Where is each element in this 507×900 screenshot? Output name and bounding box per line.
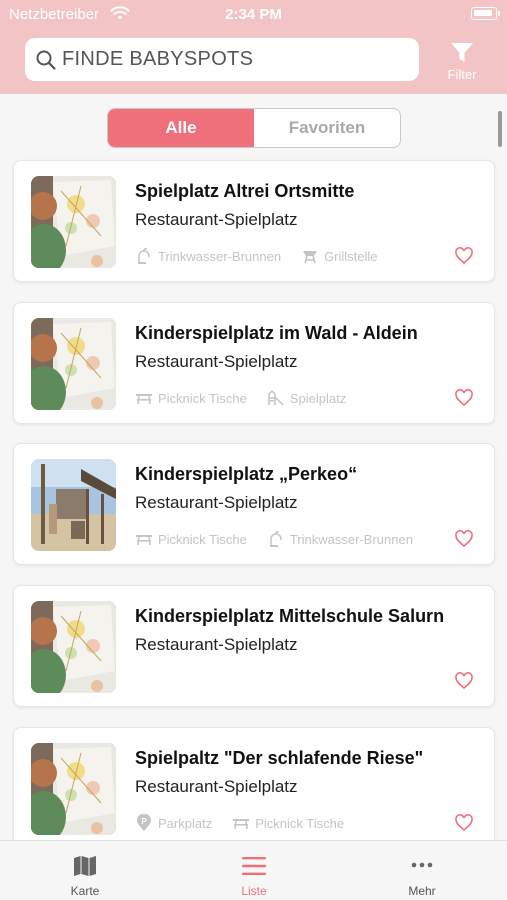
tab-liste[interactable]: Liste [194, 849, 314, 898]
spot-card[interactable]: Spielplatz Altrei Ortsmitte Restaurant-Sp… [13, 160, 495, 282]
feature-item: Grillstelle [301, 247, 378, 265]
feature-item: Spielplatz [267, 389, 346, 407]
spot-card[interactable]: Spielpaltz "Der schlafende Riese" Restaur… [13, 727, 495, 849]
filter-label: Filter [447, 67, 477, 82]
tab-label: Karte [70, 884, 100, 898]
tab-label: Liste [241, 884, 267, 898]
filter-button[interactable]: Filter [440, 40, 484, 84]
feature-item: Trinkwasser-Brunnen [267, 530, 413, 548]
heart-icon[interactable] [454, 813, 474, 833]
water-fountain-icon [269, 531, 282, 547]
spot-category: Restaurant-Spielplatz [135, 210, 298, 229]
svg-text:P: P [141, 817, 147, 826]
search-input[interactable] [62, 38, 412, 81]
more-icon [411, 862, 433, 868]
playground-icon [268, 389, 284, 406]
tab-bar: Karte Liste Mehr [0, 840, 507, 900]
feature-label: Picknick Tische [255, 815, 345, 831]
feature-label: Grillstelle [324, 248, 378, 264]
search-bar[interactable] [25, 38, 419, 81]
clock: 2:34 PM [225, 6, 282, 23]
list-icon [242, 857, 266, 875]
spot-thumbnail [31, 459, 116, 551]
search-icon [36, 50, 56, 70]
heart-icon[interactable] [454, 529, 474, 549]
spot-thumbnail [31, 601, 116, 693]
feature-item: Trinkwasser-Brunnen [135, 247, 281, 265]
spot-title: Kinderspielplatz im Wald - Aldein [135, 323, 418, 343]
segment-favorites[interactable]: Favoriten [254, 109, 400, 147]
feature-item: P Parkplatz [135, 814, 212, 832]
spot-card[interactable]: Kinderspielplatz im Wald - Aldein Restaur… [13, 302, 495, 424]
picnic-table-icon [233, 819, 250, 830]
spot-category: Restaurant-Spielplatz [135, 777, 298, 796]
spot-thumbnail [31, 318, 116, 410]
feature-label: Spielplatz [289, 390, 347, 406]
feature-item: Picknick Tische [135, 530, 247, 548]
feature-label: Picknick Tische [158, 390, 247, 406]
spot-card[interactable]: Kinderspielplatz „Perkeo“ Restaurant-Spie… [13, 443, 495, 565]
spot-thumbnail [31, 176, 116, 268]
scrollbar[interactable] [498, 111, 502, 147]
spot-category: Restaurant-Spielplatz [135, 493, 298, 512]
segmented-control: Alle Favoriten [107, 108, 401, 148]
feature-list: Picknick Tische Spielplatz [135, 388, 366, 408]
feature-list: P Parkplatz Picknick Tische [135, 813, 364, 833]
picnic-table-icon [136, 394, 152, 405]
feature-item: Picknick Tische [232, 814, 344, 832]
feature-label: Trinkwasser-Brunnen [289, 531, 413, 547]
spot-category: Restaurant-Spielplatz [135, 352, 298, 371]
feature-list: Trinkwasser-Brunnen Grillstelle [135, 246, 398, 266]
spot-card[interactable]: Kinderspielplatz Mittelschule Salurn Rest… [13, 585, 495, 707]
status-bar: Netzbetreiber 2:34 PM [0, 0, 507, 28]
spot-thumbnail [31, 743, 116, 835]
map-icon [74, 856, 96, 876]
heart-icon[interactable] [454, 671, 474, 691]
heart-icon[interactable] [454, 246, 474, 266]
feature-label: Trinkwasser-Brunnen [158, 248, 282, 264]
spot-title: Spielplatz Altrei Ortsmitte [135, 181, 355, 201]
spot-title: Kinderspielplatz „Perkeo“ [135, 464, 358, 484]
battery-icon [471, 7, 500, 20]
picnic-table-icon [136, 535, 152, 546]
feature-item: Picknick Tische [135, 389, 247, 407]
heart-icon[interactable] [454, 388, 474, 408]
spot-title: Kinderspielplatz Mittelschule Salurn [135, 606, 445, 626]
parking-icon: P [137, 814, 151, 831]
feature-label: Picknick Tische [158, 531, 247, 547]
filter-icon [451, 43, 473, 62]
feature-list: Picknick Tische Trinkwasser-Brunnen [135, 529, 433, 549]
feature-label: Parkplatz [158, 815, 213, 831]
tab-karte[interactable]: Karte [25, 849, 145, 898]
header: Netzbetreiber 2:34 PM Filter [0, 0, 507, 94]
grill-icon [303, 251, 318, 264]
spot-title: Spielpaltz "Der schlafende Riese" [135, 748, 424, 768]
tab-label: Mehr [408, 884, 436, 898]
segment-all[interactable]: Alle [108, 109, 254, 147]
tab-mehr[interactable]: Mehr [362, 849, 482, 898]
spot-category: Restaurant-Spielplatz [135, 635, 298, 654]
water-fountain-icon [138, 248, 150, 264]
